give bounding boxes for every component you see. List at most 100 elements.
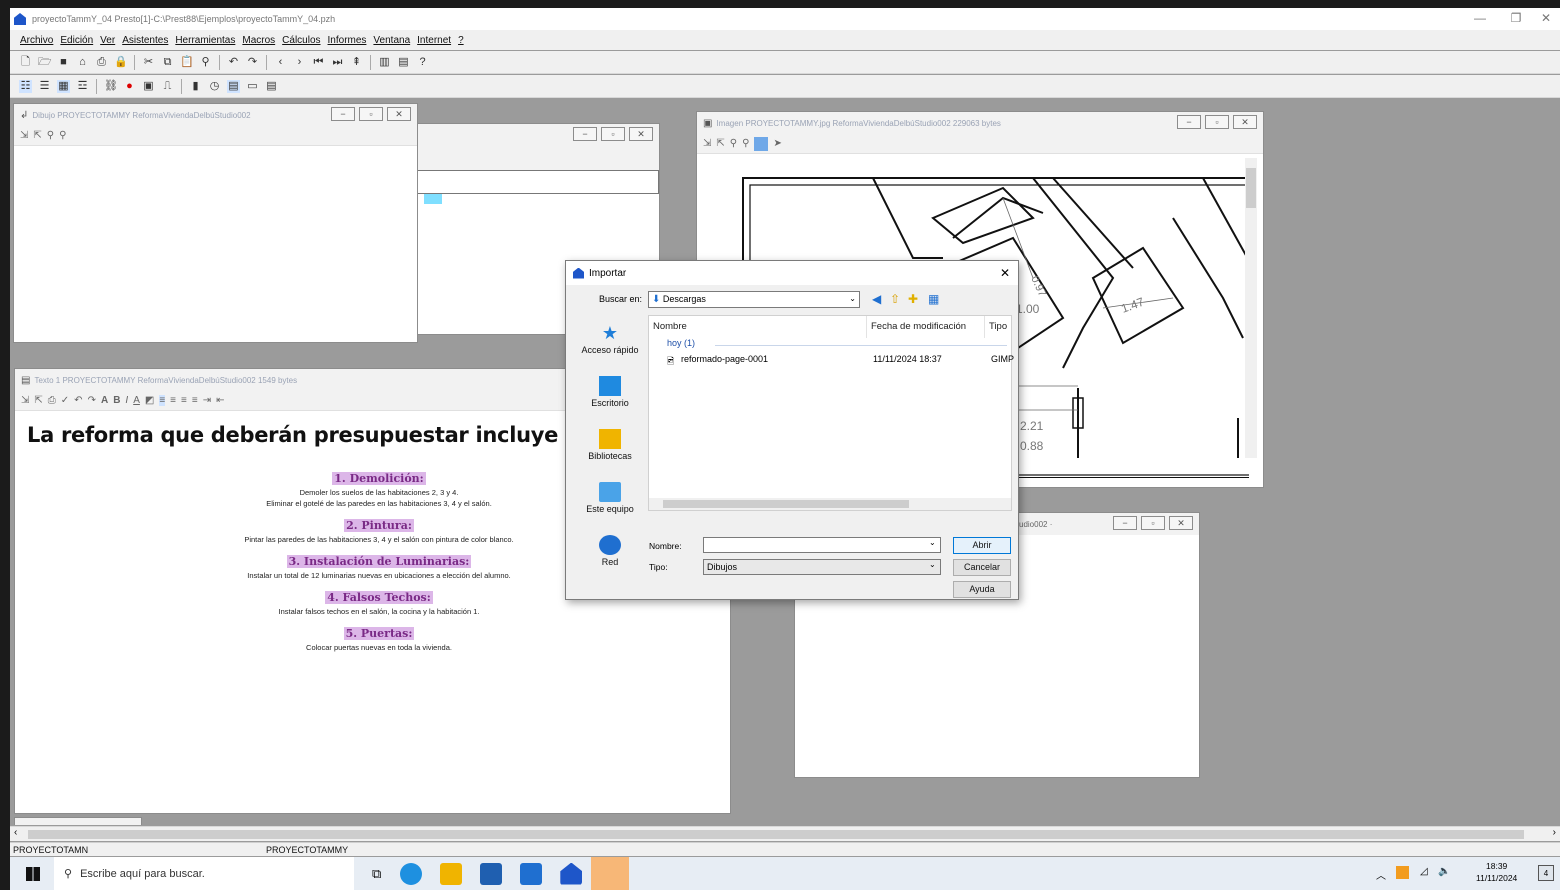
help-button[interactable]: Ayuda (953, 581, 1011, 598)
place-escritorio[interactable]: Escritorio (574, 376, 646, 425)
prev-icon[interactable]: ‹ (274, 56, 287, 69)
file-group-header[interactable]: hoy (1) (667, 338, 695, 348)
mdi-horizontal-scrollbar[interactable]: ‹ › (10, 826, 1560, 841)
window-maximize-button[interactable]: ▫ (359, 107, 383, 121)
lookin-select[interactable]: ⬇ Descargas ⌄ (648, 291, 860, 308)
find-icon[interactable]: ⚲ (199, 56, 212, 69)
lock-icon[interactable]: 🔒 (114, 56, 128, 69)
window-close-button[interactable]: ✕ (629, 127, 653, 141)
zoom-out-icon[interactable]: ⚲ (742, 138, 749, 149)
back-icon[interactable]: ◀ (872, 292, 881, 306)
justify-icon[interactable]: ≡ (192, 395, 198, 406)
window-close-button[interactable]: ✕ (1233, 115, 1257, 129)
highlight-icon[interactable]: ◩ (145, 395, 154, 406)
new-folder-icon[interactable]: ✚ (908, 292, 918, 306)
menu-help[interactable]: ? (458, 35, 464, 46)
align-right-icon[interactable]: ≡ (181, 395, 187, 406)
view-tree-icon[interactable]: ☷ (19, 79, 32, 93)
report-icon[interactable]: ▤ (265, 80, 278, 93)
mail-icon[interactable] (520, 862, 543, 885)
measure-icon[interactable]: ⎍ (161, 80, 174, 93)
cut-icon[interactable]: ✂ (142, 56, 155, 69)
tray-chevron-icon[interactable]: ︿ (1376, 867, 1386, 882)
font-icon[interactable]: A (101, 395, 108, 406)
scroll-left-icon[interactable]: ‹ (14, 827, 17, 838)
menu-internet[interactable]: Internet (417, 35, 451, 46)
view-list-icon[interactable]: ☰ (38, 80, 51, 93)
windows-start-icon[interactable] (26, 866, 40, 881)
zoom-in-icon[interactable]: ⚲ (730, 138, 737, 149)
window-close-button[interactable]: ✕ (1169, 516, 1193, 530)
presto-taskbar-icon[interactable] (560, 862, 583, 885)
image-icon[interactable]: ▣ (142, 80, 155, 93)
dibujo-window[interactable]: ↲ Dibujo PROYECTOTAMMY ReformaViviendaDe… (13, 103, 418, 343)
record-icon[interactable]: ● (123, 80, 136, 93)
italic-icon[interactable]: I (125, 395, 128, 406)
edge-icon[interactable] (400, 862, 423, 885)
view-outline-icon[interactable]: ☲ (76, 80, 89, 93)
open-button[interactable]: Abrir (953, 537, 1011, 554)
notification-count-badge[interactable]: 4 (1538, 865, 1554, 881)
help-icon[interactable]: ? (416, 56, 429, 69)
undo-icon[interactable]: ↶ (227, 56, 240, 69)
redo-icon[interactable]: ↷ (246, 56, 259, 69)
file-row[interactable]: 🖻 reformado-page-0001 11/11/2024 18:37 G… (667, 354, 1014, 368)
save-icon[interactable]: ■ (57, 56, 70, 69)
minimize-button[interactable]: — (1462, 8, 1498, 28)
task-view-icon[interactable]: ⧉ (372, 866, 381, 882)
window-close-button[interactable]: ✕ (387, 107, 411, 121)
cancel-button[interactable]: Cancelar (953, 559, 1011, 576)
window-minimize-button[interactable]: − (1113, 516, 1137, 530)
align-center-icon[interactable]: ≡ (170, 395, 176, 406)
window-minimize-button[interactable]: − (331, 107, 355, 121)
column-tipo[interactable]: Tipo (985, 316, 1013, 338)
up-folder-icon[interactable]: ⇧ (890, 292, 900, 306)
view-menu-icon[interactable]: ▦ (928, 292, 939, 306)
menu-macros[interactable]: Macros (242, 35, 275, 46)
view-detail-icon[interactable]: ▦ (57, 79, 70, 93)
paste-icon[interactable]: 📋 (180, 56, 194, 69)
spellcheck-icon[interactable]: ✓ (61, 395, 69, 406)
align-left-icon[interactable]: ≡ (159, 395, 166, 406)
selected-cell[interactable] (424, 194, 442, 204)
volume-icon[interactable]: 🔈 (1438, 866, 1450, 877)
scroll-right-icon[interactable]: › (1553, 827, 1556, 838)
window-maximize-button[interactable]: ▫ (601, 127, 625, 141)
select-icon[interactable] (754, 136, 769, 151)
document-icon[interactable]: ▤ (227, 79, 240, 93)
zoom-out-icon[interactable]: ⚲ (59, 130, 66, 141)
columns-icon[interactable]: ▥ (378, 56, 391, 69)
next-icon[interactable]: › (293, 56, 306, 69)
rows-icon[interactable]: ▤ (397, 56, 410, 69)
store-icon[interactable] (480, 862, 503, 885)
place-red[interactable]: Red (574, 535, 646, 584)
close-button[interactable]: ✕ (1528, 8, 1560, 28)
menu-archivo[interactable]: Archivo (20, 35, 53, 46)
indent-icon[interactable]: ⇥ (203, 395, 211, 406)
chart-icon[interactable]: ⛓ (104, 80, 118, 93)
taskbar-search[interactable]: ⚲ Escribe aquí para buscar. (54, 857, 354, 890)
import-icon[interactable]: ⇱ (33, 130, 41, 141)
filetype-select[interactable]: Dibujos (703, 559, 941, 575)
underline-icon[interactable]: A (133, 395, 140, 406)
clock-icon[interactable]: ◷ (208, 80, 221, 93)
imagen-vertical-scrollbar[interactable] (1245, 158, 1257, 458)
network-icon[interactable]: ◿ (1420, 866, 1428, 877)
print-icon[interactable]: ⎙ (95, 56, 108, 69)
export-icon[interactable]: ⇲ (703, 138, 711, 149)
menu-calculos[interactable]: Cálculos (282, 35, 320, 46)
taskbar-clock[interactable]: 18:39 11/11/2024 (1476, 860, 1517, 884)
menu-ventana[interactable]: Ventana (373, 35, 410, 46)
column-fecha[interactable]: Fecha de modificación (867, 316, 985, 338)
undo-icon[interactable]: ↶ (74, 395, 82, 406)
minimized-window[interactable] (14, 817, 142, 825)
bold-icon[interactable]: B (113, 395, 120, 406)
copy-icon[interactable]: ⧉ (161, 56, 174, 69)
tray-app-icon[interactable] (1396, 866, 1409, 879)
layout-icon[interactable]: ▭ (246, 80, 259, 93)
outdent-icon[interactable]: ⇤ (216, 395, 224, 406)
export-icon[interactable]: ⇲ (21, 395, 29, 406)
place-acceso-rapido[interactable]: ★ Acceso rápido (574, 323, 646, 372)
print-icon[interactable]: ⎙ (48, 395, 56, 406)
menu-edicion[interactable]: Edición (60, 35, 93, 46)
